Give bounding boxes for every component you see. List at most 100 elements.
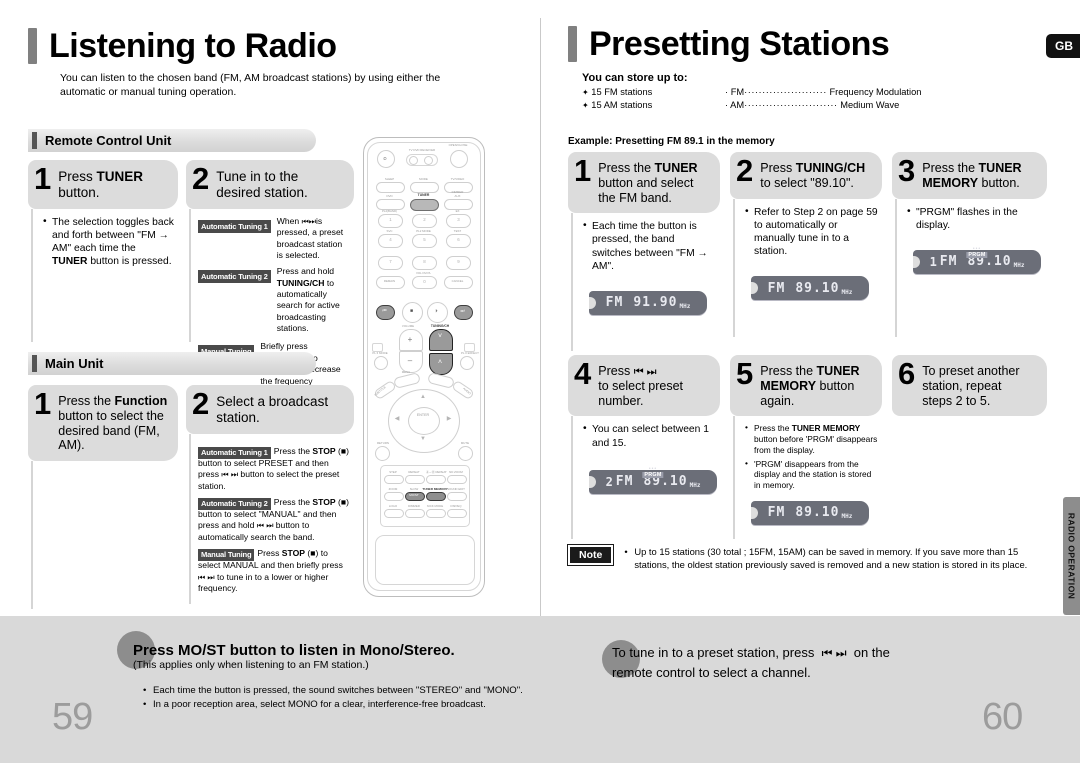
footer-right-line1: To tune in to a preset station, press ⏮ … [612,645,890,660]
band-abbr: AM [730,100,745,111]
step-label: STEP [389,470,397,474]
lcd-notch [589,296,596,309]
nd-zoom-button [447,475,467,484]
prgm-indicator: PRGM [966,251,988,258]
volume-label: VOLUME [401,324,415,328]
lcd-notch [751,282,758,295]
stop-icon: ■ [409,308,414,314]
repeat-button [405,475,425,484]
lcd-preset-number: 2 [605,474,614,489]
mode-button [410,182,439,193]
step-header: 6 To preset another station, repeat steps … [892,355,1047,417]
band-definition-list: · FM······················· Frequency Mo… [725,86,921,113]
step-title: Press ⏮ ⏭ to select preset number. [598,364,684,408]
store-item: ✦ 15 AM stations [582,99,652,112]
keypad-label: 2 [423,217,426,223]
mo-st-label: MO/ST [409,493,419,497]
sleep-button [376,182,405,193]
step-bullet: Refer to Step 2 on page 59 to automatica… [745,205,878,259]
open-close-label: OPEN/CLOSE [448,143,468,147]
store-item-label: 15 FM stations [591,87,653,97]
page-title: Presetting Stations [589,25,890,63]
dvd-label: DVD [386,194,393,198]
footer-bullet: Each time the button is pressed, the sou… [143,684,543,698]
side-tab-radio-operation: RADIO OPERATION [1063,497,1080,615]
open-close-button [450,150,468,168]
footer-right-block: To tune in to a preset station, press ⏮ … [612,643,1032,682]
step-card: 3 Press the TUNERMEMORY button. "PRGM" f… [892,152,1047,337]
tuning-row: Automatic Tuning 1 When ⏮⏭is pressed, a … [198,216,350,262]
mute-button [458,446,473,461]
step-header: 1 Press the TUNER button and select the FM… [568,152,720,214]
tuning-row: Automatic Tuning 1 Press the STOP (■) but… [198,445,349,491]
band-meaning: Medium Wave [840,100,900,111]
keypad-label: 7 [389,259,392,265]
enter-label: ENTER [416,413,430,417]
tuner-label: TUNER [417,193,430,197]
dsp-eq-button [447,509,467,518]
step-card: 1 Press TUNERbutton. The selection toggl… [28,160,178,342]
step-card: 1 Press the Function button to select the… [28,385,178,609]
step-title: Press the TUNER MEMORY button again. [760,364,860,408]
dimmer2-button [405,509,425,518]
ab-repeat-label: Ⓐ↔Ⓑ REPEAT [426,470,447,474]
section-header-remote-control-unit: Remote Control Unit [28,129,316,152]
footer-title: Press MO/ST button to listen in Mono/Ste… [133,642,455,659]
dsp-eq-label: DSP/EQ [450,504,462,508]
nav-left-icon: ◀ [394,416,400,422]
tuning-text: When ⏮⏭is pressed, a preset broadcast st… [276,215,344,261]
tuning-text: Press and hold TUNING/CH to automaticall… [276,266,340,334]
band-definition: · FM······················· Frequency Mo… [725,87,922,97]
right-page-title-row: Presetting Stations [568,25,890,63]
step-bullet: "PRGM" flashes in the display. [907,204,1043,232]
step-header: 2 Press TUNING/CH to select "89.10". [730,152,882,199]
step-title: Select a broadcast station. [216,394,329,425]
title-accent-bar [568,26,577,62]
step-body: You can select between 1 and 15. ••• PRG… [571,416,720,540]
step-header: 1 Press TUNER button. [28,160,178,209]
store-capacity-list: ✦ 15 FM stations ✦ 15 AM stations [582,86,652,113]
step-header: 2 Select a broadcast station. [186,385,354,434]
step-body: Refer to Step 2 on page 59 to automatica… [733,198,882,337]
note-block: Note • Up to 15 stations (30 total ; 15F… [566,544,1048,572]
lcd-band: FM [939,254,958,270]
logo-button [384,509,404,518]
svc-label: SVC [386,229,393,233]
step-number: 2 [192,386,210,421]
tuning-badge-wrap: Automatic Tuning 1 [198,216,271,234]
step-body: "PRGM" flashes in the display. ••• PRGM … [895,198,1047,337]
section-header-main-unit: Main Unit [28,352,316,375]
step-button [384,475,404,484]
title-accent-bar [28,28,37,64]
sound-edit-label: SOUND EDIT [447,487,465,491]
tuning-row: Automatic Tuning 2 Press and hold TUNING… [198,266,350,334]
keypad-6: 6 [446,234,471,248]
logo-label: LOGO [388,504,398,508]
tuner-button[interactable] [410,199,439,211]
page-number-left: 59 [52,696,93,738]
lcd-unit: MHz [841,288,853,296]
lcd-notch [589,475,596,488]
tuning-badge-wrap: Automatic Tuning 2 [198,266,271,284]
tuner-memory-button[interactable] [426,492,446,501]
tuning-badge: Automatic Tuning 1 [198,219,271,233]
keypad-label: 4 [389,237,392,243]
ex-label: EX [455,209,460,213]
chevron-down-icon: ˄ [437,359,443,366]
chevron-up-icon: ˅ [437,333,443,340]
mode-label: MODE [419,177,428,181]
keypad-3: 3 [446,214,471,228]
tv-video-label: TV/VIDEO [450,177,465,181]
return-button [375,446,390,461]
step-card: 6 To preset another station, repeat steps … [892,355,1047,417]
footer-band: Press MO/ST button to listen in Mono/Ste… [0,616,1080,763]
leader-dots: ·························· [744,100,838,111]
manual-spread: Listening to Radio You can listen to the… [0,0,1080,763]
band-abbr: FM [730,87,745,97]
step-number: 4 [574,356,592,391]
dimmer2-label: DIMMER [408,504,420,508]
prgm-indicator: PRGM [642,471,664,478]
pl2-band-label: PL2(BAND) [381,209,398,213]
zoom-button [384,492,404,501]
step-number: 2 [736,153,754,188]
